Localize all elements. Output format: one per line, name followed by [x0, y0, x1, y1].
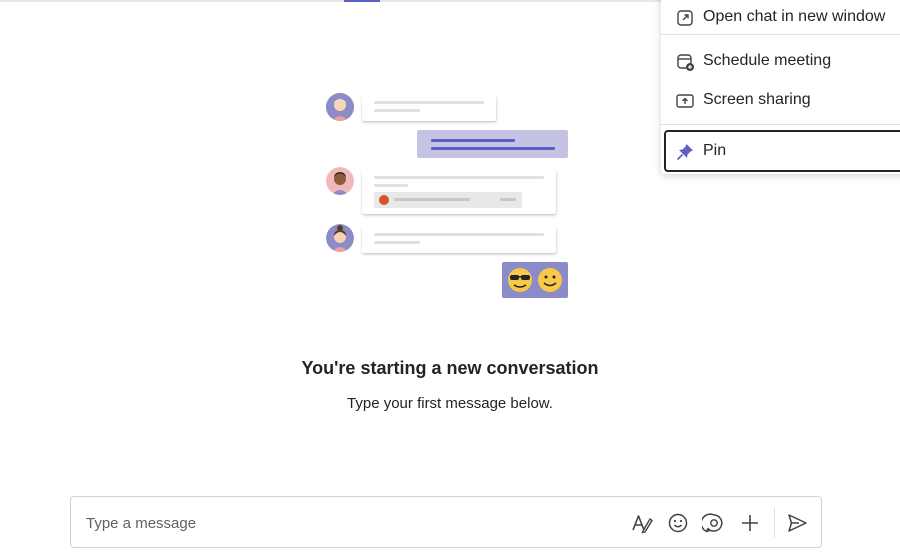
- menu-item-pin[interactable]: Pin: [664, 130, 900, 172]
- message-bubble: [362, 95, 496, 121]
- menu-item-label: Screen sharing: [703, 91, 811, 108]
- sunglasses-emoji-icon: [508, 268, 562, 292]
- empty-state-title: You're starting a new conversation: [301, 358, 599, 378]
- toolbar-divider: [774, 508, 775, 538]
- open-in-new-window-icon: [675, 8, 695, 28]
- menu-item-open-chat-new-window[interactable]: Open chat in new window: [661, 0, 900, 36]
- message-bubble: [362, 170, 556, 214]
- add-icon[interactable]: [738, 511, 762, 535]
- file-attachment: [374, 192, 522, 208]
- active-tab-indicator: [344, 0, 380, 2]
- chat-context-menu: Open chat in new window Schedule meeting…: [661, 0, 900, 174]
- emoji-message-bubble: [502, 262, 568, 298]
- menu-item-label: Schedule meeting: [703, 52, 832, 69]
- menu-divider: [661, 34, 900, 35]
- pin-icon: [675, 142, 695, 162]
- sticker-icon[interactable]: [702, 511, 726, 535]
- menu-item-label: Pin: [703, 142, 727, 159]
- empty-state-subtitle: Type your first message below.: [347, 395, 553, 412]
- send-icon[interactable]: [785, 511, 809, 535]
- menu-divider: [661, 124, 900, 125]
- menu-item-schedule-meeting[interactable]: Schedule meeting: [661, 44, 900, 80]
- avatar: [326, 167, 354, 195]
- screen-share-icon: [675, 91, 695, 111]
- message-input[interactable]: [86, 512, 506, 534]
- avatar: [326, 93, 354, 121]
- message-bubble: [362, 227, 556, 253]
- new-conversation-illustration: [320, 88, 580, 303]
- compose-box: [70, 496, 822, 548]
- menu-item-label: Open chat in new window: [703, 8, 886, 25]
- format-icon[interactable]: [630, 511, 654, 535]
- own-message-bubble: [417, 130, 568, 158]
- emoji-icon[interactable]: [666, 511, 690, 535]
- avatar: [326, 224, 354, 252]
- menu-item-screen-sharing[interactable]: Screen sharing: [661, 83, 900, 119]
- calendar-add-icon: [675, 52, 695, 72]
